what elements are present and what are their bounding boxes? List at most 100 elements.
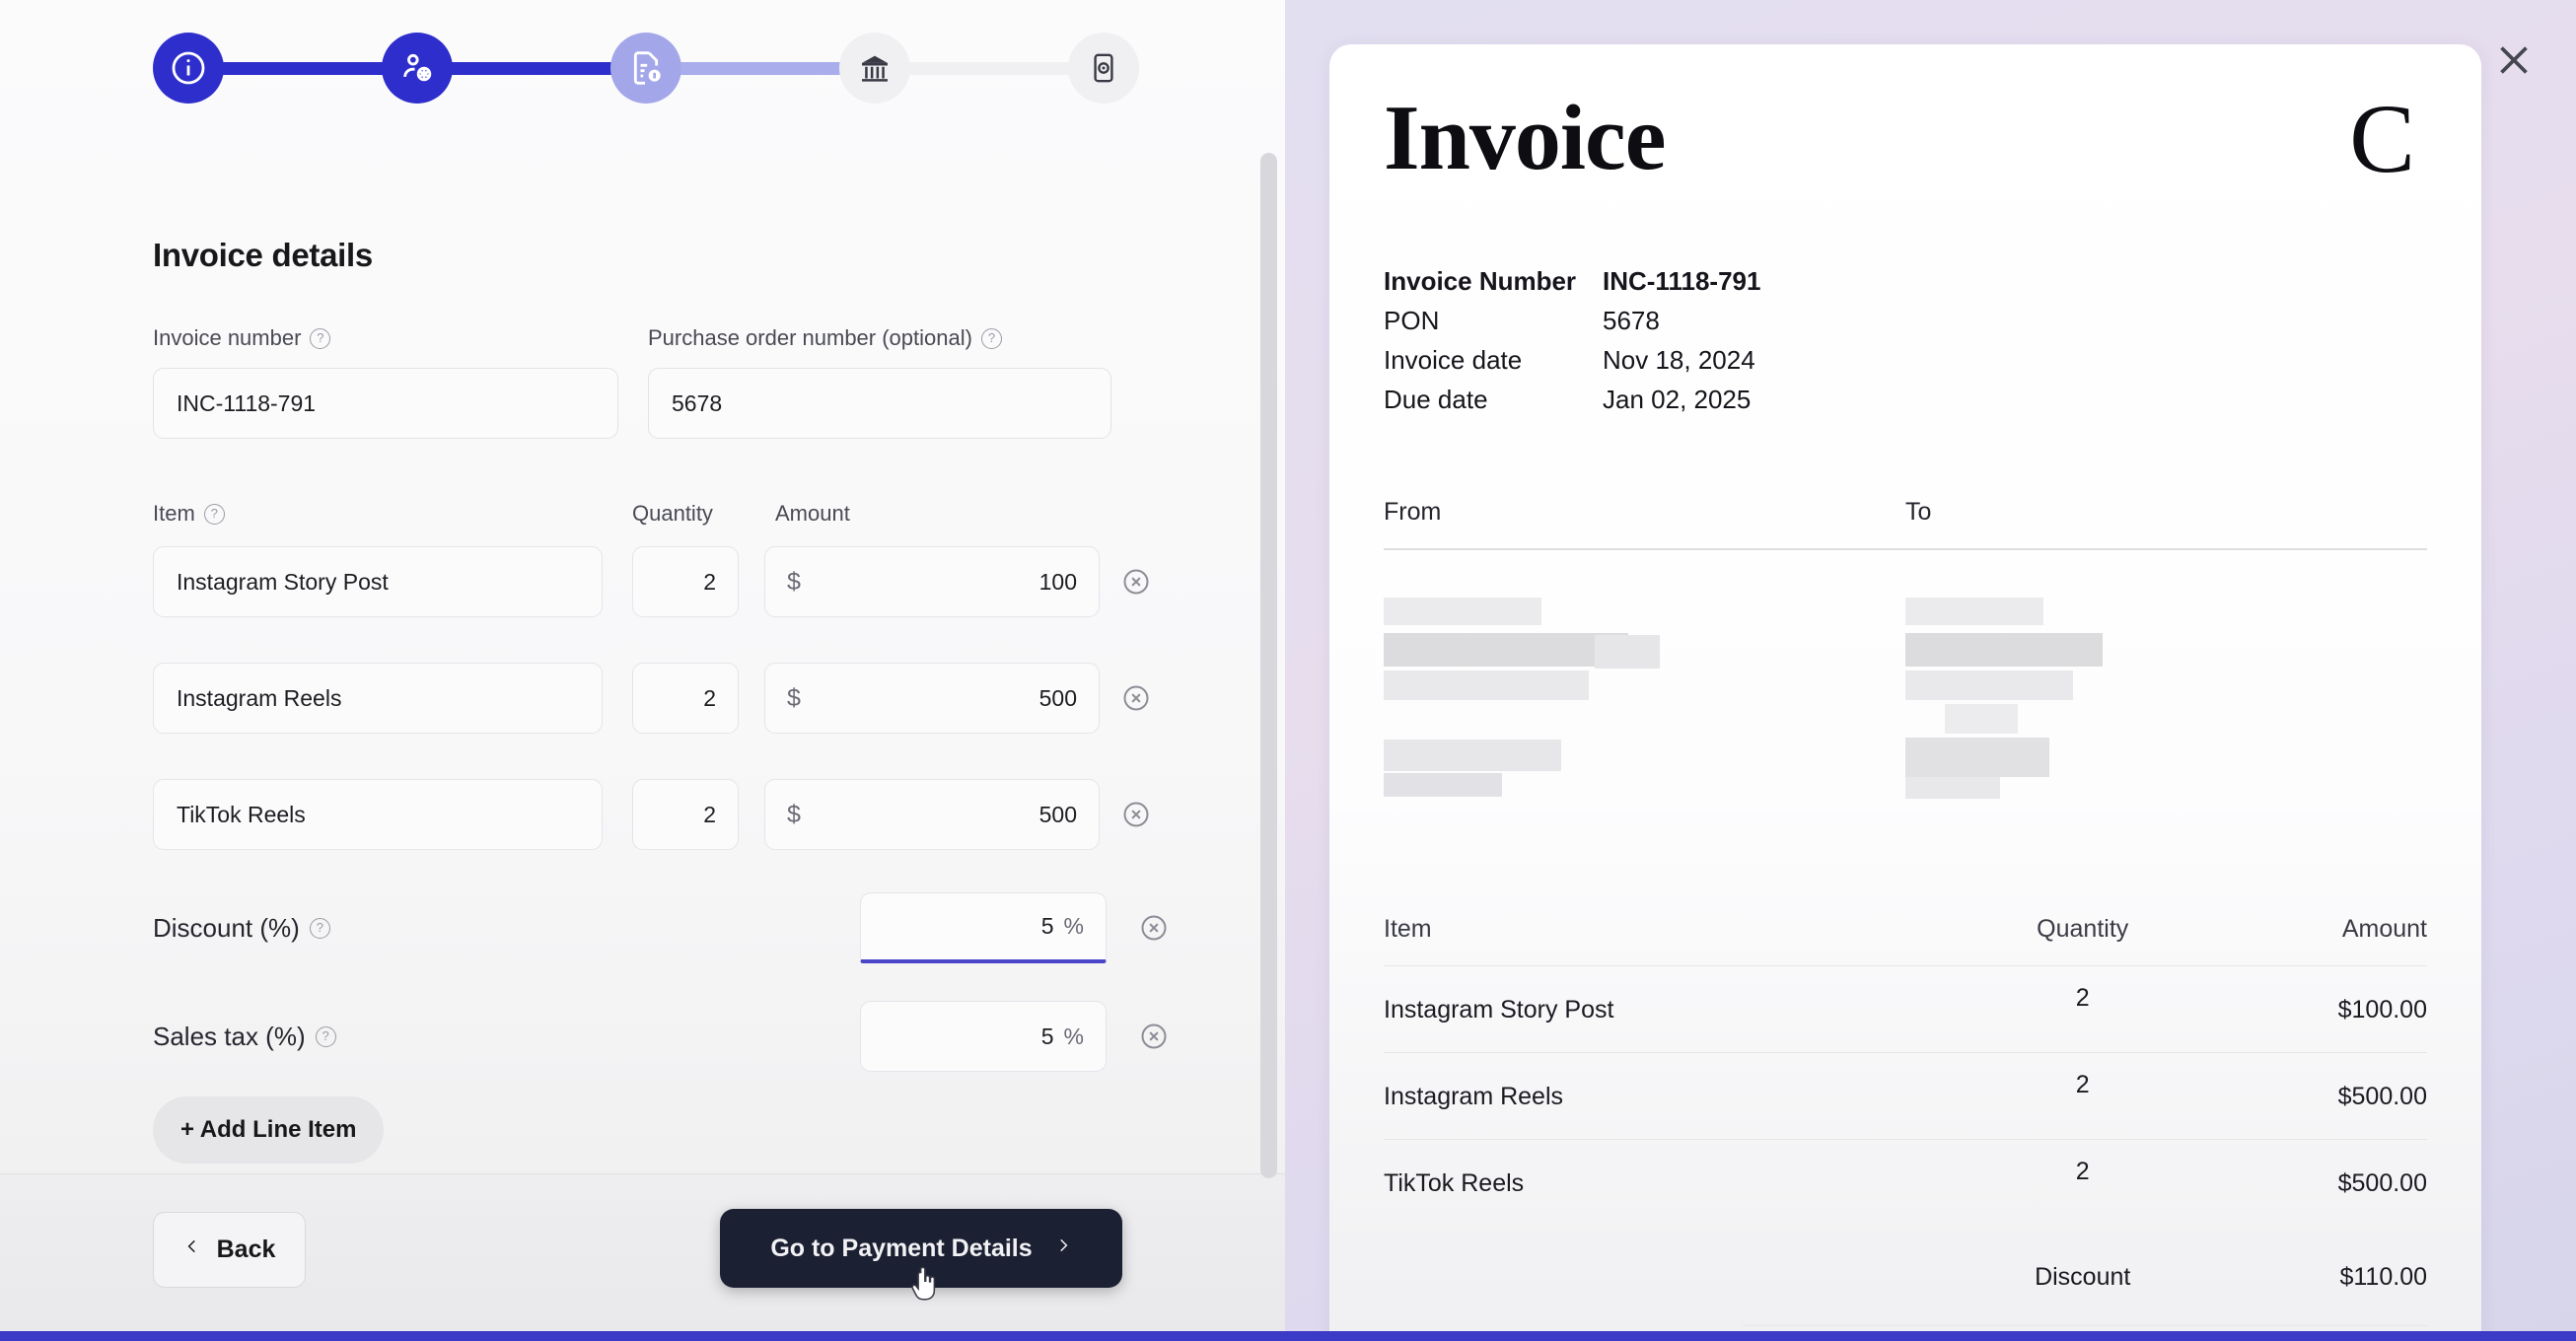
identifiers-row: Invoice number ? INC-1118-791 Purchase o…: [153, 325, 1111, 439]
line-item-amount-value: 500: [1038, 684, 1077, 711]
chevron-right-icon: [1054, 1233, 1072, 1265]
summary-amount: $110.00: [2339, 1262, 2427, 1291]
close-icon[interactable]: [2491, 37, 2537, 83]
currency-symbol: $: [787, 800, 801, 828]
sales-tax-value: 5: [1040, 1023, 1054, 1049]
line-item-row: TikTok Reels 2 $ 500: [153, 779, 1151, 850]
percent-unit: %: [1063, 913, 1084, 939]
cell-item: Instagram Reels: [1384, 1051, 1963, 1139]
invoice-heading: Invoice: [1384, 87, 1666, 189]
meta-key: PON: [1384, 306, 1440, 335]
help-icon[interactable]: ?: [203, 503, 225, 525]
percent-unit: %: [1063, 1023, 1084, 1049]
step-client-details[interactable]: [382, 33, 453, 104]
line-item-amount-value: 500: [1038, 801, 1077, 827]
line-item-amount-value: 100: [1038, 568, 1077, 595]
line-item-quantity-input[interactable]: 2: [632, 546, 739, 617]
form-scrollbar-track[interactable]: [1260, 0, 1282, 1341]
line-items-header: Item ? Quantity Amount: [153, 501, 1139, 529]
progress-stepper: [153, 28, 1139, 108]
sales-tax-input[interactable]: 5 %: [860, 1001, 1107, 1072]
page-title: Invoice details: [153, 237, 373, 273]
th-quantity: Quantity: [2037, 914, 2129, 943]
add-line-item-button[interactable]: + Add Line Item: [153, 1096, 385, 1164]
invoice-header: Invoice C: [1384, 84, 2427, 193]
help-icon[interactable]: ?: [309, 917, 330, 939]
connector-1: [220, 61, 386, 75]
to-address-redacted: [1905, 590, 2427, 802]
purchase-order-field: Purchase order number (optional) ? 5678: [648, 325, 1111, 439]
summary-spacer: [1384, 1226, 1963, 1319]
purchase-order-label: Purchase order number (optional) ?: [648, 325, 1111, 351]
meta-value: Nov 18, 2024: [1603, 345, 1755, 375]
invoice-meta: Invoice Number INC-1118-791 PON 5678 Inv…: [1384, 266, 2427, 415]
go-to-payment-details-button[interactable]: Go to Payment Details: [720, 1209, 1122, 1288]
line-item-name-input[interactable]: Instagram Story Post: [153, 546, 603, 617]
invoice-number-input[interactable]: INC-1118-791: [153, 368, 618, 439]
invoice-items-table: Item Quantity Amount Instagram Story Pos…: [1384, 915, 2427, 1319]
help-icon[interactable]: ?: [310, 327, 331, 349]
cell-amount: $500.00: [2202, 1051, 2427, 1139]
remove-sales-tax-icon[interactable]: [1139, 1022, 1169, 1051]
discount-input[interactable]: 5 %: [860, 892, 1107, 963]
from-to-labels: From To: [1384, 498, 2427, 527]
step-invoice-details[interactable]: [610, 33, 681, 104]
cell-amount: $100.00: [2202, 964, 2427, 1052]
table-row: Instagram Story Post 2 $100.00: [1384, 964, 2427, 1052]
step-review-send[interactable]: [1068, 33, 1139, 104]
chevron-left-icon: [183, 1234, 201, 1266]
line-item-name-input[interactable]: Instagram Reels: [153, 663, 603, 734]
line-item-name-input[interactable]: TikTok Reels: [153, 779, 603, 850]
step-business-info[interactable]: [153, 33, 224, 104]
info-icon: [169, 48, 208, 88]
line-item-amount-input[interactable]: $ 100: [764, 546, 1100, 617]
summary-divider: [1743, 1324, 2427, 1326]
meta-key: Due date: [1384, 385, 1488, 414]
preview-phone-icon: [1086, 50, 1121, 86]
discount-value: 5: [1040, 913, 1054, 939]
from-to-divider: [1384, 548, 2427, 550]
currency-symbol: $: [787, 683, 801, 712]
summary-label: Discount: [2035, 1262, 2131, 1291]
to-label: To: [1905, 498, 1932, 526]
connector-4: [906, 61, 1072, 75]
remove-line-item-icon[interactable]: [1121, 683, 1151, 713]
cell-amount: $500.00: [2202, 1138, 2427, 1226]
line-item-quantity-input[interactable]: 2: [632, 663, 739, 734]
meta-value: INC-1118-791: [1603, 266, 1761, 296]
sales-tax-label: Sales tax (%) ?: [153, 1022, 336, 1052]
meta-key: Invoice date: [1384, 345, 1523, 375]
line-item-quantity-input[interactable]: 2: [632, 779, 739, 850]
window-bottom-accent-bar: [0, 1331, 2576, 1341]
back-button-label: Back: [216, 1235, 276, 1263]
step-payment-details[interactable]: [839, 33, 910, 104]
sales-tax-row: Sales tax (%) ? 5 %: [153, 1001, 1167, 1072]
purchase-order-input[interactable]: 5678: [648, 368, 1111, 439]
user-package-icon: [397, 48, 437, 88]
cell-item: Instagram Story Post: [1384, 964, 1963, 1052]
go-to-payment-details-label: Go to Payment Details: [770, 1234, 1033, 1262]
quantity-column-label: Quantity: [632, 501, 713, 526]
remove-line-item-icon[interactable]: [1121, 800, 1151, 829]
invoice-builder-screen: Invoice details Invoice number ? INC-111…: [0, 0, 2576, 1341]
line-item-row: Instagram Story Post 2 $ 100: [153, 546, 1151, 617]
company-logo: C: [2349, 84, 2415, 193]
invoice-number-label: Invoice number ?: [153, 325, 618, 351]
cell-item: TikTok Reels: [1384, 1138, 1963, 1226]
line-item-amount-input[interactable]: $ 500: [764, 779, 1100, 850]
help-icon[interactable]: ?: [980, 327, 1002, 349]
help-icon[interactable]: ?: [315, 1025, 336, 1047]
from-address-redacted: [1384, 590, 1905, 802]
remove-discount-icon[interactable]: [1139, 913, 1169, 943]
invoice-number-field: Invoice number ? INC-1118-791: [153, 325, 618, 439]
from-label: From: [1384, 498, 1442, 526]
back-button[interactable]: Back: [153, 1212, 306, 1288]
form-action-bar: Back Go to Payment Details: [0, 1173, 1285, 1331]
cell-quantity: 2: [1962, 1138, 2203, 1226]
meta-value: 5678: [1603, 306, 1660, 335]
item-column-label: Item ?: [153, 501, 225, 527]
invoice-form-panel: Invoice details Invoice number ? INC-111…: [0, 0, 1285, 1341]
remove-line-item-icon[interactable]: [1121, 567, 1151, 597]
line-item-amount-input[interactable]: $ 500: [764, 663, 1100, 734]
form-scrollbar-thumb[interactable]: [1260, 153, 1277, 1178]
